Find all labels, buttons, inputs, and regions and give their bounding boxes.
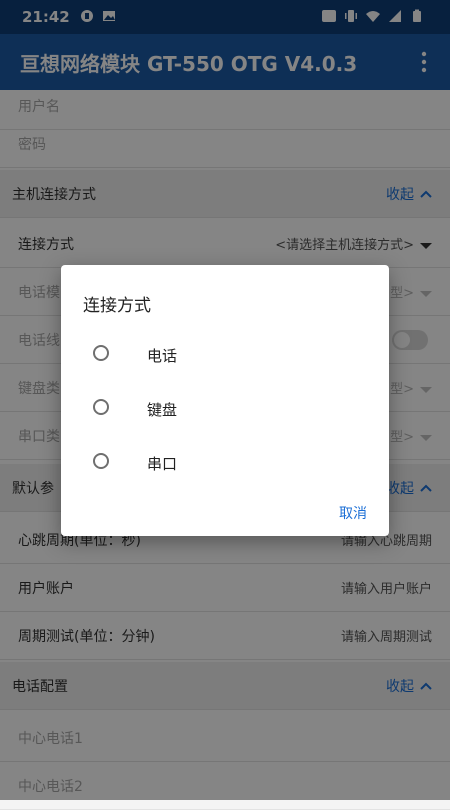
option-phone[interactable]: 电话 [83,335,373,375]
option-keyboard[interactable]: 键盘 [83,389,373,429]
radio-icon[interactable] [93,399,109,415]
radio-icon[interactable] [93,345,109,361]
connection-method-dialog: 连接方式 电话 键盘 串口 取消 [61,265,389,536]
option-keyboard-label: 键盘 [147,401,178,419]
option-serial[interactable]: 串口 [83,443,373,483]
option-serial-label: 串口 [147,455,178,473]
cancel-button[interactable]: 取消 [339,503,367,523]
dialog-title: 连接方式 [83,296,151,316]
radio-icon[interactable] [93,453,109,469]
option-phone-label: 电话 [147,347,178,365]
